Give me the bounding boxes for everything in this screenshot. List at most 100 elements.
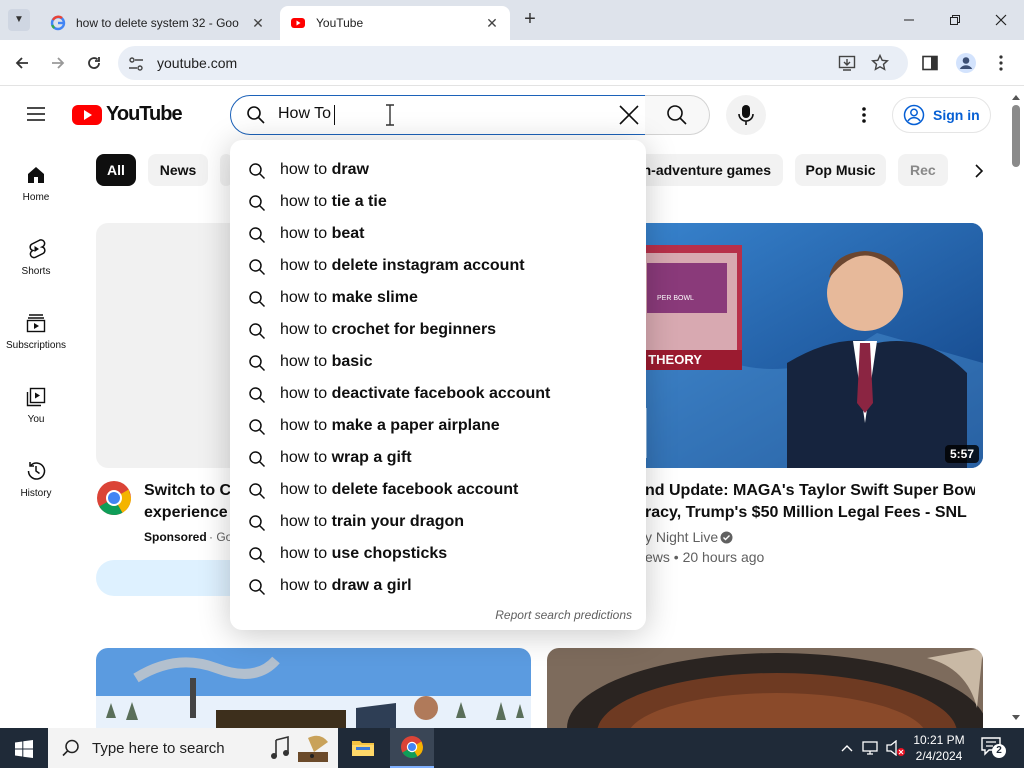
taskbar-clock[interactable]: 10:21 PM 2/4/2024	[906, 732, 972, 764]
search-icon	[249, 387, 266, 404]
chevron-right-icon[interactable]	[970, 161, 988, 181]
youtube-logo[interactable]: YouTube	[72, 103, 183, 126]
sponsored-title-line-2[interactable]: experience v	[144, 502, 230, 524]
more-options-icon[interactable]	[859, 105, 869, 125]
clear-search-icon[interactable]	[618, 104, 640, 126]
search-suggestion[interactable]: how to delete instagram account	[230, 250, 646, 282]
search-suggestion[interactable]: how to beat	[230, 218, 646, 250]
sidebar-item-label: Home	[22, 192, 50, 203]
windows-start-icon[interactable]	[15, 740, 33, 758]
file-explorer-taskbar-button[interactable]	[342, 728, 384, 768]
taskbar-search-box[interactable]: Type here to search	[48, 728, 338, 768]
sidebar-item-subscriptions[interactable]: Subscriptions	[0, 312, 72, 372]
chip-recent[interactable]: Rec	[898, 154, 948, 186]
notifications-button[interactable]: 2	[980, 736, 1010, 762]
suggestion-completion: wrap a gift	[331, 449, 412, 466]
bookmark-star-icon[interactable]	[871, 54, 889, 72]
page-scrollbar[interactable]	[1008, 87, 1024, 728]
video-thumbnail[interactable]	[547, 648, 983, 728]
chip-news[interactable]: News	[148, 154, 208, 186]
suggestion-prefix: how to	[280, 385, 332, 402]
search-suggestion[interactable]: how to tie a tie	[230, 186, 646, 218]
tab-search-button[interactable]: ▼	[8, 9, 30, 31]
close-tab-icon[interactable]: ✕	[250, 15, 266, 31]
browser-tab-google[interactable]: how to delete system 32 - Goo ✕	[40, 6, 276, 40]
close-tab-icon[interactable]: ✕	[484, 15, 500, 31]
chevron-up-icon[interactable]	[840, 741, 854, 755]
suggestion-completion: make a paper airplane	[331, 417, 500, 434]
search-suggestion[interactable]: how to draw a girl	[230, 570, 646, 602]
suggestion-prefix: how to	[280, 353, 332, 370]
reload-button[interactable]	[82, 51, 106, 75]
hamburger-menu-icon[interactable]	[26, 104, 46, 124]
search-suggestion[interactable]: how to delete facebook account	[230, 474, 646, 506]
side-panel-icon[interactable]	[921, 54, 939, 72]
search-suggestion[interactable]: how to deactivate facebook account	[230, 378, 646, 410]
sidebar-item-shorts[interactable]: Shorts	[0, 238, 72, 298]
search-suggestion[interactable]: how to draw	[230, 154, 646, 186]
new-tab-button[interactable]: +	[520, 9, 540, 29]
search-suggestion[interactable]: how to use chopsticks	[230, 538, 646, 570]
restore-button[interactable]	[932, 0, 978, 40]
search-icon	[249, 547, 266, 564]
search-icon	[249, 291, 266, 308]
channel-name[interactable]: y Night Live	[645, 529, 718, 545]
search-suggestion[interactable]: how to crochet for beginners	[230, 314, 646, 346]
search-suggestion[interactable]: how to make slime	[230, 282, 646, 314]
suggestion-text: how to train your dragon	[280, 513, 464, 531]
forward-arrow-icon	[52, 57, 65, 69]
chrome-menu-icon[interactable]	[996, 54, 1006, 72]
video-duration-badge: 5:57	[945, 445, 980, 463]
clock-time: 10:21 PM	[913, 733, 965, 747]
url-text[interactable]: youtube.com	[157, 55, 237, 71]
account-icon	[903, 104, 925, 126]
suggestion-completion: make slime	[331, 289, 418, 306]
search-suggestion[interactable]: how to wrap a gift	[230, 442, 646, 474]
youtube-logo-text: YouTube	[106, 103, 183, 125]
search-icon	[249, 259, 266, 276]
suggestion-prefix: how to	[280, 225, 332, 242]
sponsored-title-line-1[interactable]: Switch to Ch	[144, 480, 230, 502]
sidebar-item-home[interactable]: Home	[0, 164, 72, 224]
search-icon	[249, 579, 266, 596]
sign-in-button[interactable]: Sign in	[892, 97, 991, 133]
minimize-button[interactable]	[886, 0, 932, 40]
sidebar-item-you[interactable]: You	[0, 386, 72, 446]
close-window-button[interactable]	[978, 0, 1024, 40]
volume-muted-icon[interactable]	[886, 740, 906, 756]
back-button[interactable]	[10, 51, 34, 75]
chip-all[interactable]: All	[96, 154, 136, 186]
browser-tab-youtube[interactable]: YouTube ✕	[280, 6, 510, 40]
tab-title: YouTube	[316, 16, 364, 30]
suggestion-text: how to beat	[280, 225, 365, 243]
chip-pop-music[interactable]: Pop Music	[795, 154, 886, 186]
search-suggestion[interactable]: how to train your dragon	[230, 506, 646, 538]
voice-search-button[interactable]	[726, 95, 766, 135]
microphone-icon	[738, 105, 754, 125]
profile-avatar-icon[interactable]	[955, 52, 977, 74]
search-suggestion[interactable]: how to basic	[230, 346, 646, 378]
search-button[interactable]	[645, 95, 710, 135]
video-title-line-2[interactable]: racy, Trump's $50 Million Legal Fees - S…	[645, 502, 975, 524]
search-icon	[667, 105, 687, 125]
report-search-predictions-link[interactable]: Report search predictions	[495, 608, 632, 622]
back-arrow-icon	[15, 57, 28, 69]
minimize-icon	[904, 19, 914, 21]
search-suggestion[interactable]: how to make a paper airplane	[230, 410, 646, 442]
chrome-taskbar-button[interactable]	[390, 728, 434, 768]
google-icon	[50, 15, 66, 31]
install-app-icon[interactable]	[838, 54, 856, 72]
site-info-icon[interactable]	[127, 55, 145, 73]
video-title-line-1[interactable]: nd Update: MAGA's Taylor Swift Super Bow…	[645, 480, 975, 502]
suggestion-prefix: how to	[280, 321, 332, 338]
search-input-value[interactable]: How To	[278, 105, 331, 123]
search-icon	[62, 739, 79, 757]
sidebar-item-history[interactable]: History	[0, 460, 72, 520]
suggestion-completion: delete facebook account	[331, 481, 519, 498]
sidebar-item-label: History	[20, 488, 52, 499]
sponsored-cta-button[interactable]	[96, 560, 230, 596]
forward-button[interactable]	[46, 51, 70, 75]
network-icon[interactable]	[862, 740, 880, 756]
video-thumbnail[interactable]	[96, 648, 531, 728]
chip-action-adventure-games[interactable]: on-adventure games	[630, 154, 783, 186]
